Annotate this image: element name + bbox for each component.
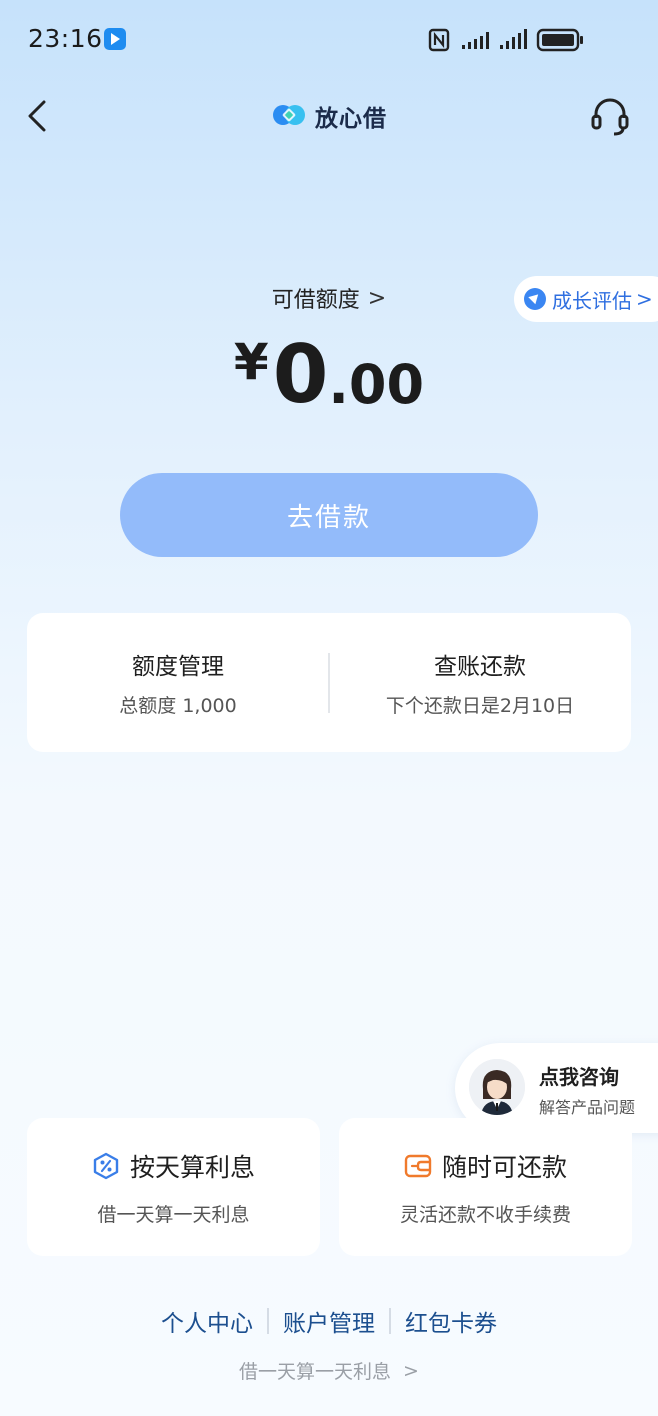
management-card: 额度管理 总额度 1,000 查账还款 下个还款日是2月10日 — [27, 613, 631, 752]
battery-icon — [536, 28, 583, 52]
play-badge-icon — [104, 28, 126, 50]
growth-assessment-label: 成长评估 — [552, 288, 632, 313]
feature-subtitle: 借一天算一天利息 — [97, 1204, 250, 1226]
consult-title: 点我咨询 — [539, 1065, 619, 1089]
chevron-right-icon: > — [403, 1359, 419, 1382]
currency-symbol: ¥ — [233, 333, 269, 391]
feature-card-daily-interest[interactable]: 按天算利息 借一天算一天利息 — [27, 1118, 320, 1256]
status-bar: 23:16 — [0, 0, 658, 80]
next-repay-date-text: 下个还款日是2月10日 — [385, 695, 575, 717]
account-management-link[interactable]: 账户管理 — [269, 1304, 389, 1338]
arrow-up-icon — [524, 288, 546, 310]
chevron-right-icon: > — [636, 287, 653, 311]
heart-logo-icon — [273, 105, 305, 125]
feature-title: 随时可还款 — [441, 1153, 567, 1182]
chevron-right-icon: > — [367, 285, 387, 311]
bottom-slogan-link[interactable]: 借一天算一天利息 > — [0, 1357, 658, 1384]
personal-center-link[interactable]: 个人中心 — [147, 1304, 267, 1338]
page-title: 放心借 — [315, 106, 387, 132]
borrow-button[interactable]: 去借款 — [120, 473, 538, 557]
feature-title: 按天算利息 — [129, 1153, 255, 1182]
feature-head: 随时可还款 — [339, 1148, 632, 1184]
quota-label: 可借额度 — [271, 288, 360, 313]
amount-decimal: .00 — [328, 353, 425, 416]
quota-management-item[interactable]: 额度管理 总额度 1,000 — [27, 613, 329, 752]
headset-icon[interactable] — [590, 94, 630, 138]
bill-repay-title: 查账还款 — [434, 654, 526, 680]
growth-assessment-button[interactable]: 成长评估 > — [514, 276, 658, 322]
consult-subtitle: 解答产品问题 — [539, 1098, 636, 1117]
nav-title-area: 放心借 — [0, 96, 658, 136]
total-quota-text: 总额度 1,000 — [119, 695, 237, 717]
bill-repay-item[interactable]: 查账还款 下个还款日是2月10日 — [329, 613, 631, 752]
amount-integer: 0 — [272, 328, 329, 421]
feature-head: 按天算利息 — [27, 1148, 320, 1184]
available-amount: ¥ 0 .00 — [0, 330, 658, 420]
percent-shield-icon — [93, 1152, 119, 1180]
nfc-icon — [428, 28, 450, 52]
wallet-icon — [404, 1154, 432, 1178]
bottom-slogan: 借一天算一天利息 — [239, 1361, 392, 1383]
feature-card-repay-anytime[interactable]: 随时可还款 灵活还款不收手续费 — [339, 1118, 632, 1256]
agent-avatar — [469, 1059, 525, 1115]
quota-management-title: 额度管理 — [132, 654, 224, 680]
status-time: 23:16 — [28, 24, 103, 53]
coupons-link[interactable]: 红包卡券 — [391, 1304, 511, 1338]
status-icons — [428, 28, 583, 52]
feature-subtitle: 灵活还款不收手续费 — [399, 1204, 571, 1226]
cell-signal-icon — [462, 29, 527, 49]
bottom-links: 个人中心 账户管理 红包卡券 — [0, 1304, 658, 1338]
